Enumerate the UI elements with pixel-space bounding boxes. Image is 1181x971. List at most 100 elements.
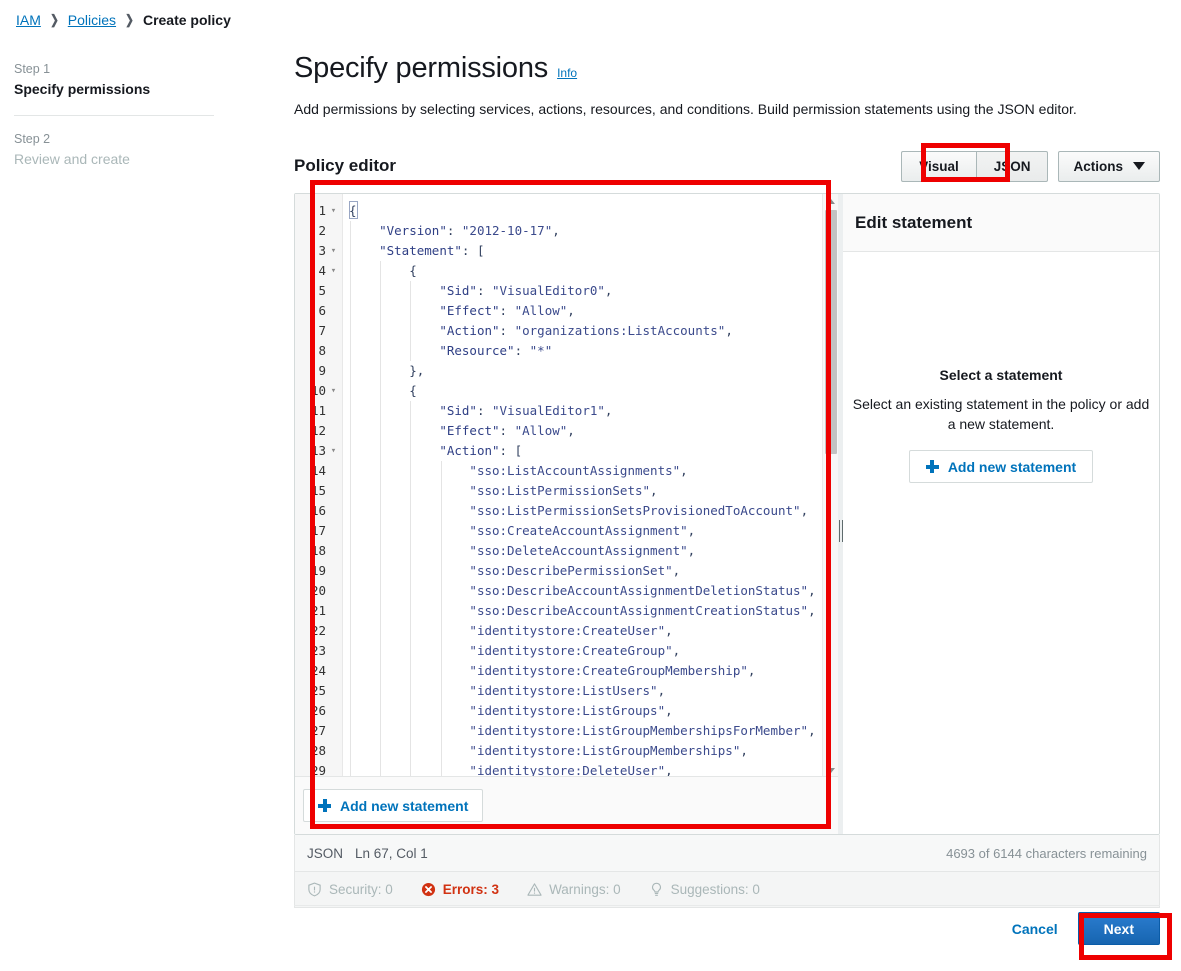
indent-guide — [410, 761, 412, 777]
shield-icon — [308, 882, 321, 897]
breadcrumb-item-policies[interactable]: Policies — [68, 12, 116, 28]
code-line: "Sid": "VisualEditor1", — [343, 401, 838, 421]
scroll-up-arrow-icon[interactable] — [823, 194, 838, 208]
indent-guide — [350, 301, 351, 321]
indent-guide — [410, 461, 412, 481]
edit-statement-title: Edit statement — [855, 212, 973, 232]
code-line: "sso:DeleteAccountAssignment", — [343, 541, 838, 561]
code-token-punc: , — [657, 683, 666, 698]
editor-controls: Visual JSON Actions — [901, 150, 1160, 182]
indent-guide — [380, 261, 382, 281]
editor-mode-tabs: Visual JSON — [901, 150, 1049, 182]
indent-guide — [350, 621, 351, 641]
next-button[interactable]: Next — [1077, 912, 1160, 945]
line-number: 19▾ — [310, 563, 326, 578]
step-title: Specify permissions — [14, 81, 151, 97]
code-token-punc: , — [604, 403, 613, 418]
indent-guide — [350, 441, 351, 461]
indent-guide — [350, 481, 351, 501]
code-token-str: "*" — [529, 343, 553, 358]
info-link[interactable]: Info — [557, 66, 577, 80]
tab-json[interactable]: JSON — [975, 150, 1049, 182]
code-token-str: "VisualEditor0" — [492, 283, 605, 298]
code-line: "sso:DescribeAccountAssignmentDeletionSt… — [343, 581, 838, 601]
page-description: Add permissions by selecting services, a… — [294, 101, 1077, 117]
indent-guide — [410, 481, 412, 501]
line-number: 4 ▾ — [295, 261, 342, 281]
code-token-punc: , — [665, 763, 673, 777]
empty-state-title: Select a statement — [939, 367, 1063, 383]
main-content: Specify permissions Info Add permissions… — [294, 52, 1160, 908]
code-token-punc: , — [672, 643, 681, 658]
indent-guide — [350, 541, 351, 561]
fold-toggle-icon[interactable]: ▾ — [329, 201, 338, 221]
line-number: 27▾ — [310, 723, 326, 738]
indent-guide — [440, 521, 442, 541]
indent-guide — [440, 581, 442, 601]
code-token-punc: , — [687, 523, 696, 538]
indent-guide — [410, 721, 412, 741]
code-token-str: "identitystore:ListGroups" — [469, 703, 666, 718]
code-token-punc: , — [725, 323, 733, 338]
line-number: 5▾ — [318, 283, 326, 298]
indent-guide — [440, 761, 442, 777]
line-number: 14▾ — [310, 463, 326, 478]
breadcrumb-item-iam[interactable]: IAM — [16, 12, 41, 28]
json-editor-column: 1▾ 2▾ 3▾4▾ 5▾ 6▾ 7▾ 8▾ 9▾ 10▾ 11▾ 12▾ 13▾ 14▾ 15▾ 16▾ 1… — [295, 194, 838, 834]
issue-suggestions[interactable]: Suggestions: 0 — [649, 882, 760, 897]
code-token-punc: , — [687, 543, 696, 558]
editor-vertical-scrollbar[interactable] — [822, 194, 838, 777]
issue-warnings[interactable]: Warnings: 0 — [527, 882, 621, 897]
panel-splitter[interactable] — [838, 194, 843, 834]
actions-dropdown-button[interactable]: Actions — [1058, 150, 1160, 182]
warning-icon — [527, 883, 542, 896]
breadcrumb: IAM ❯ Policies ❯ Create policy — [16, 12, 231, 28]
fold-toggle-icon[interactable]: ▾ — [329, 381, 338, 401]
cancel-button[interactable]: Cancel — [1012, 921, 1058, 937]
code-line: }, — [343, 361, 838, 381]
add-new-statement-button[interactable]: Add new statement — [303, 789, 484, 823]
code-token-punc: , — [650, 483, 658, 498]
code-token-punc: , — [552, 223, 560, 238]
splitter-grip-icon — [839, 520, 843, 542]
scroll-down-arrow-icon[interactable] — [823, 763, 838, 776]
code-content[interactable]: { "Version": "2012-10-17", "Statement": … — [343, 194, 838, 777]
policy-editor-header: Policy editor Visual JSON Actions — [294, 149, 1160, 183]
issue-warnings-label: Warnings: 0 — [549, 882, 621, 897]
edit-statement-empty-state: Select a statement Select an existing st… — [843, 252, 1159, 834]
indent-guide — [380, 501, 382, 521]
indent-guide — [410, 301, 412, 321]
tab-visual[interactable]: Visual — [901, 150, 976, 182]
panel-add-new-statement-button[interactable]: Add new statement — [908, 450, 1094, 483]
code-line: "identitystore:ListGroupMemberships", — [343, 741, 838, 761]
indent-guide — [410, 741, 412, 761]
indent-guide — [380, 681, 382, 701]
indent-guide — [440, 721, 442, 741]
line-number: 21▾ — [310, 603, 326, 618]
indent-guide — [440, 461, 442, 481]
line-number: 3 ▾ — [295, 241, 342, 261]
fold-toggle-icon[interactable]: ▾ — [329, 261, 338, 281]
error-icon — [421, 882, 435, 897]
fold-toggle-icon[interactable]: ▾ — [329, 241, 338, 261]
indent-guide — [350, 681, 351, 701]
issue-security[interactable]: Security: 0 — [307, 882, 393, 897]
line-number: 24▾ — [310, 663, 326, 678]
indent-guide — [380, 301, 382, 321]
indent-guide — [440, 561, 442, 581]
code-line: "sso:ListAccountAssignments", — [343, 461, 838, 481]
indent-guide — [350, 661, 351, 681]
code-token-punc: , — [808, 583, 816, 598]
issue-errors[interactable]: Errors: 3 — [421, 882, 499, 897]
line-number: 2▾ — [318, 223, 326, 238]
line-number: 28▾ — [310, 743, 326, 758]
step-item-review-and-create[interactable]: Step 2 Review and create — [14, 128, 214, 181]
step-item-specify-permissions[interactable]: Step 1 Specify permissions — [14, 58, 214, 111]
code-line: "sso:CreateAccountAssignment", — [343, 521, 838, 541]
code-line: "sso:DescribeAccountAssignmentCreationSt… — [343, 601, 838, 621]
fold-toggle-icon[interactable]: ▾ — [329, 441, 338, 461]
indent-guide — [380, 701, 382, 721]
code-line: "Sid": "VisualEditor0", — [343, 281, 838, 301]
json-code-area[interactable]: 1▾ 2▾ 3▾4▾ 5▾ 6▾ 7▾ 8▾ 9▾ 10▾ 11▾ 12▾ 13▾ 14▾ 15▾ 16▾ 1… — [295, 194, 838, 777]
scrollbar-thumb[interactable] — [825, 210, 837, 454]
